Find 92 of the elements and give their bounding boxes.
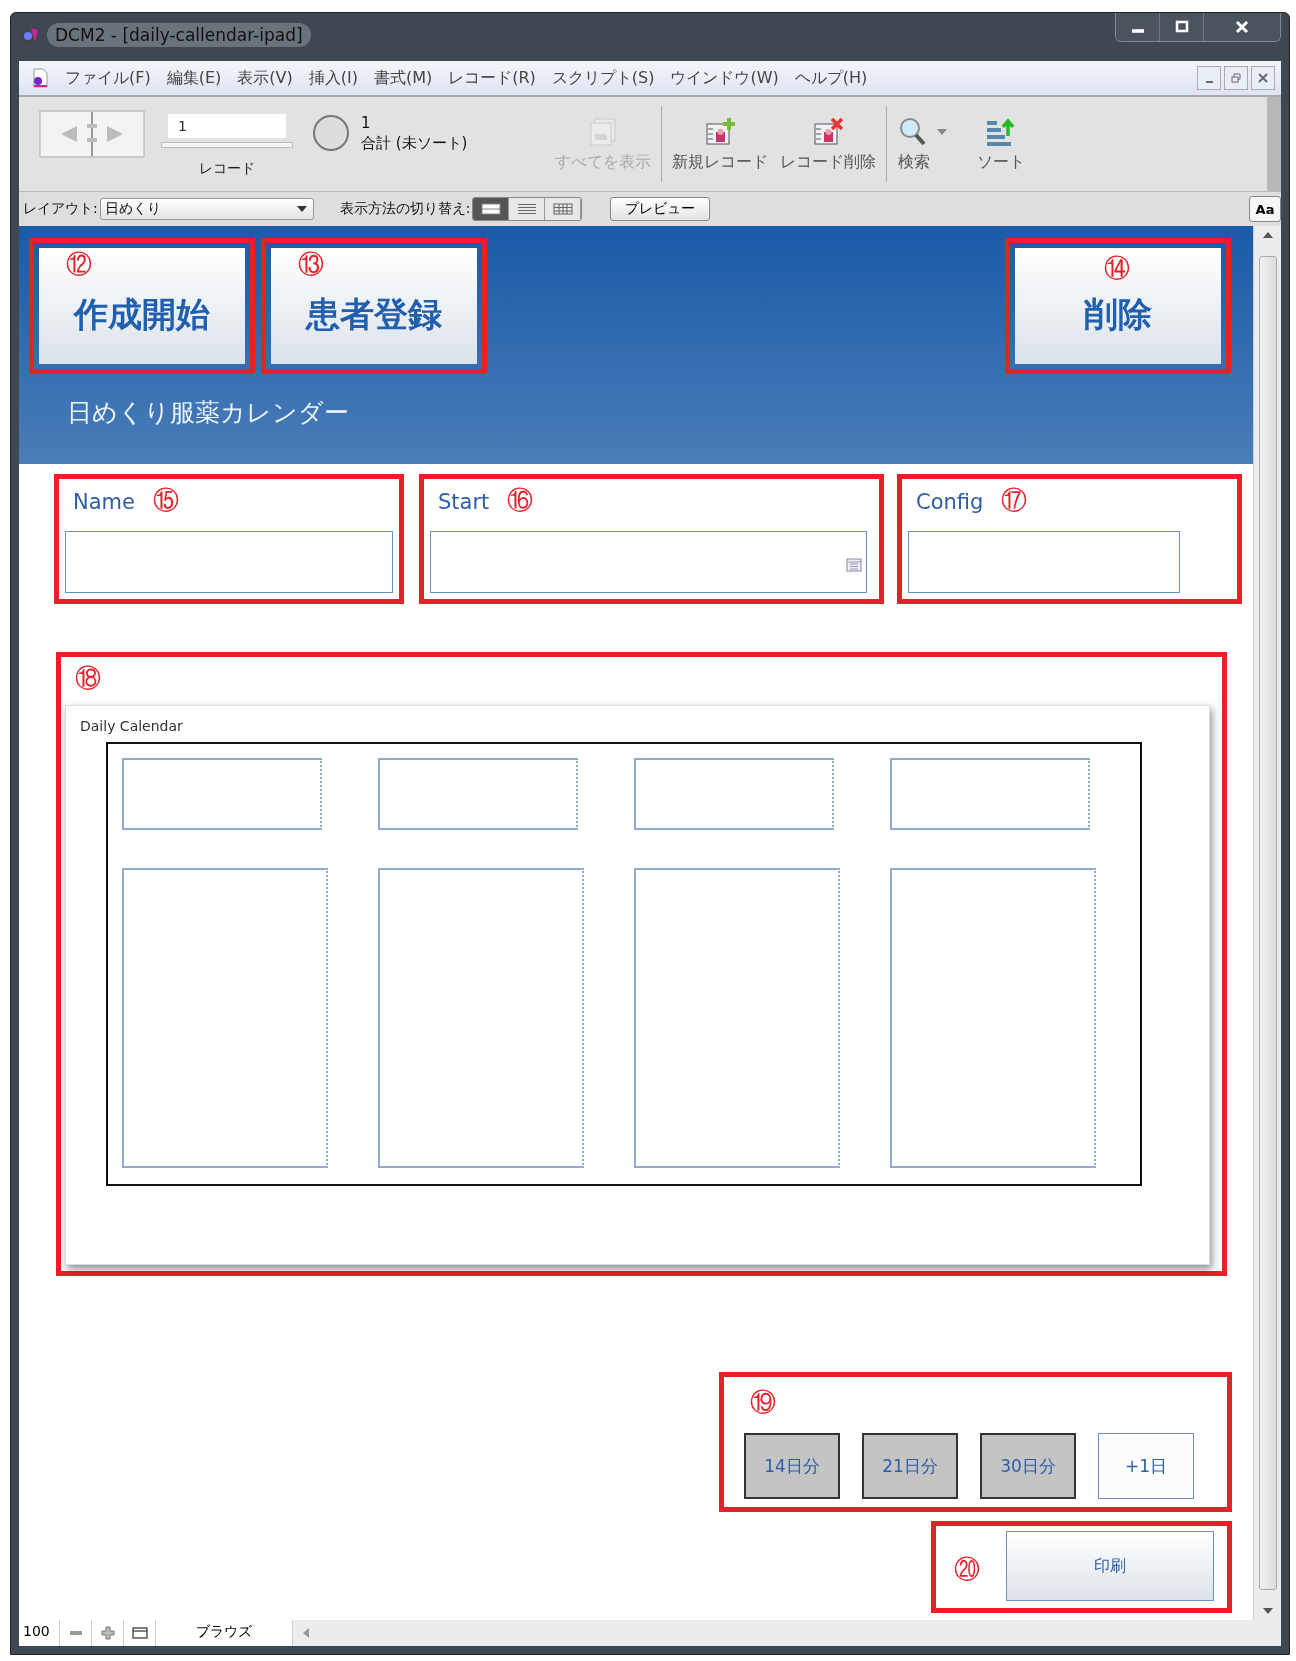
table-view-icon — [552, 203, 573, 215]
plus-icon — [99, 1625, 116, 1641]
date-field[interactable] — [634, 758, 834, 830]
date-field[interactable] — [378, 758, 578, 830]
menu-item[interactable]: ヘルプ(H) — [794, 67, 868, 89]
panel-title: Daily Calendar — [80, 718, 183, 734]
callout-number: ⑱ — [75, 665, 101, 691]
toolbar-button-label: レコード削除 — [780, 151, 877, 173]
field-label: Start — [438, 490, 490, 514]
menu-item[interactable]: 挿入(I) — [308, 67, 358, 89]
total-label: 合計 (未ソート) — [361, 133, 468, 153]
app-icon — [19, 25, 39, 45]
restore-button[interactable] — [1224, 66, 1248, 90]
view-toggle[interactable] — [509, 198, 546, 220]
list-view-icon — [516, 203, 537, 215]
close-icon — [1257, 72, 1269, 84]
view-toggle[interactable] — [545, 198, 582, 220]
range-button[interactable]: 14日分 — [744, 1433, 840, 1499]
delete-record-icon — [811, 115, 846, 148]
callout-number: ⑬ — [298, 251, 324, 277]
calendar-icon[interactable] — [846, 558, 862, 572]
circle-icon — [311, 113, 351, 153]
day-field[interactable] — [890, 868, 1096, 1168]
found-count: 1 — [361, 113, 372, 133]
date-field[interactable] — [122, 758, 322, 830]
scroll-thumb[interactable] — [1258, 256, 1277, 1590]
window-title: DCM2 - [daily-callendar-ipad] — [47, 23, 311, 47]
window-icon — [131, 1625, 148, 1641]
input-field[interactable] — [430, 531, 867, 593]
minimize-button[interactable] — [1116, 13, 1160, 41]
layout-label: レイアウト: — [23, 200, 98, 218]
minimize-icon — [1131, 29, 1144, 33]
close-icon — [1234, 19, 1250, 35]
range-button[interactable]: +1日 — [1098, 1433, 1194, 1499]
callout-number: ⑲ — [750, 1389, 776, 1415]
minimize-icon — [1205, 81, 1213, 83]
menu-item[interactable]: 表示(V) — [237, 67, 293, 89]
record-navigator-icon[interactable] — [39, 110, 145, 158]
maximize-icon — [1173, 19, 1190, 35]
add-record-icon — [703, 115, 738, 148]
preview-button[interactable]: プレビュー — [610, 197, 711, 221]
menu-item[interactable]: 編集(E) — [166, 67, 222, 89]
minimize-button[interactable] — [1197, 66, 1221, 90]
caret-icon[interactable] — [937, 129, 948, 135]
view-toggle[interactable] — [473, 198, 510, 220]
callout-number: ⑫ — [66, 251, 92, 277]
layout-dropdown[interactable]: 日めくり — [99, 198, 314, 220]
toolbar-button-label: ソート — [977, 151, 1026, 173]
date-field[interactable] — [890, 758, 1090, 830]
vertical-scrollbar[interactable] — [1253, 226, 1281, 1620]
menu-item[interactable]: 書式(M) — [373, 67, 433, 89]
input-field[interactable] — [908, 531, 1180, 593]
toolbar-button-label: 新規レコード — [672, 151, 769, 173]
callout-number: ⑰ — [1001, 487, 1028, 513]
toolbar-button[interactable]: ソート — [971, 115, 1032, 173]
input-field[interactable] — [65, 531, 393, 593]
form-view-icon — [480, 203, 501, 215]
menu-item[interactable]: ウインドウ(W) — [670, 67, 779, 89]
menu-item[interactable]: ファイル(F) — [65, 67, 151, 89]
toolbar-button[interactable]: 検索 — [891, 115, 938, 173]
scroll-up-icon[interactable] — [1262, 232, 1273, 238]
toolbar-button-label: 検索 — [898, 151, 931, 173]
print-button[interactable]: 印刷 — [1006, 1531, 1214, 1601]
record-number-field[interactable]: 1 — [168, 114, 286, 138]
menu-item[interactable]: レコード(R) — [448, 67, 536, 89]
range-button[interactable]: 21日分 — [862, 1433, 958, 1499]
field-label: Name — [73, 490, 135, 514]
toolbar-button[interactable]: 新規レコード — [666, 115, 775, 173]
close-button[interactable] — [1204, 13, 1280, 41]
callout-number: ⑭ — [1104, 255, 1130, 281]
day-field[interactable] — [378, 868, 584, 1168]
range-button[interactable]: 30日分 — [980, 1433, 1076, 1499]
font-button[interactable]: Aa — [1249, 196, 1281, 222]
callout-number: ⑳ — [954, 1556, 980, 1582]
document-icon — [31, 68, 49, 88]
menu-item[interactable]: スクリプト(S) — [551, 67, 655, 89]
callout-number: ⑯ — [507, 487, 534, 513]
callout-number: ⑮ — [152, 487, 179, 513]
day-field[interactable] — [634, 868, 840, 1168]
scroll-left-icon[interactable] — [303, 1628, 309, 1638]
restore-icon — [1230, 72, 1242, 84]
caret-icon — [296, 206, 307, 212]
toolbar-button[interactable]: レコード削除 — [774, 115, 883, 173]
scroll-down-icon[interactable] — [1262, 1608, 1273, 1614]
view-label: 表示方法の切り替え: — [339, 200, 471, 218]
horizontal-scrollbar[interactable] — [293, 1620, 1281, 1646]
close-button[interactable] — [1251, 66, 1275, 90]
maximize-button[interactable] — [1160, 13, 1204, 41]
field-label: Config — [916, 490, 984, 514]
day-field[interactable] — [122, 868, 328, 1168]
record-label: レコード — [199, 160, 255, 178]
header-subtitle: 日めくり服薬カレンダー — [67, 397, 349, 429]
